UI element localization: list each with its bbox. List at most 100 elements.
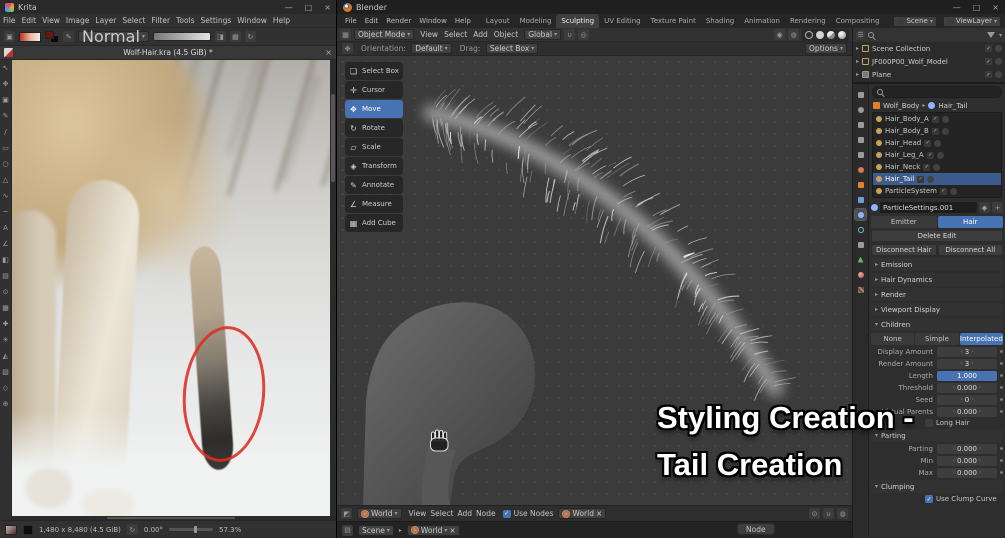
menu-item[interactable]: File: [341, 17, 361, 25]
blend-mode-dropdown[interactable]: Normal ▾: [78, 27, 149, 46]
multibrush-tool[interactable]: ✳: [1, 335, 10, 344]
show-gizmo-icon[interactable]: ◉: [774, 29, 785, 40]
keyframe-dot-icon[interactable]: [1000, 410, 1003, 413]
tool-button[interactable]: ✥ Move: [345, 100, 403, 118]
view-layer-tab[interactable]: [855, 134, 866, 145]
outliner-row[interactable]: ▸ Plane ✓: [853, 68, 1005, 81]
value-slider[interactable]: ‹ 0.000 ›: [937, 455, 997, 466]
tool-button[interactable]: ✎ Annotate: [345, 176, 403, 194]
unlink-icon[interactable]: ×: [596, 509, 602, 518]
physics-tab[interactable]: [855, 224, 866, 235]
menu-item[interactable]: Tools: [173, 16, 197, 25]
expand-icon[interactable]: ▸: [856, 58, 859, 65]
type-option[interactable]: Hair: [937, 216, 1003, 228]
zoom-tool[interactable]: ⊕: [1, 399, 10, 408]
render-toggle-icon[interactable]: [941, 115, 949, 123]
unlink-icon[interactable]: ×: [449, 526, 455, 535]
display-toggle-icon[interactable]: ✓: [926, 151, 934, 159]
menu-item[interactable]: Help: [270, 16, 293, 25]
overlay-icon[interactable]: ◍: [837, 508, 848, 519]
particle-tab[interactable]: [854, 208, 867, 221]
menu-item[interactable]: Window: [415, 17, 451, 25]
fake-user-shield-icon[interactable]: ◆: [979, 202, 990, 213]
particle-system-row[interactable]: Hair_Tail ✓: [873, 173, 1001, 185]
gradient-chip[interactable]: [19, 31, 41, 42]
checkbox-toggle-icon[interactable]: ✓: [985, 45, 992, 52]
freehand-brush-tool[interactable]: ✎: [1, 111, 10, 120]
menu-item[interactable]: Select: [119, 16, 148, 25]
output-tab[interactable]: [855, 119, 866, 130]
move-tool[interactable]: ✥: [1, 79, 10, 88]
menu-item[interactable]: Select: [441, 30, 470, 39]
workspace-tab[interactable]: Compositing: [831, 14, 885, 28]
tool-button[interactable]: ❏ Select Box: [345, 62, 403, 80]
keyframe-dot-icon[interactable]: [1000, 386, 1003, 389]
panel-section-header[interactable]: ▸ Render: [871, 288, 1003, 301]
menu-item[interactable]: Filter: [148, 16, 173, 25]
line-tool[interactable]: /: [1, 127, 10, 136]
tool-button[interactable]: ↻ Rotate: [345, 119, 403, 137]
rotation-icon[interactable]: ↻: [126, 524, 138, 535]
menu-item[interactable]: Render: [382, 17, 415, 25]
render-toggle-icon[interactable]: [949, 187, 957, 195]
menu-item[interactable]: File: [0, 16, 19, 25]
opacity-slider[interactable]: [152, 32, 211, 41]
display-toggle-icon[interactable]: ✓: [931, 127, 939, 135]
menu-item[interactable]: Add: [470, 30, 491, 39]
keyframe-dot-icon[interactable]: [1000, 398, 1003, 401]
tool-button[interactable]: ▦ Add Cube: [345, 214, 403, 232]
krita-canvas[interactable]: [12, 60, 336, 520]
ellipse-tool[interactable]: ○: [1, 159, 10, 168]
world-datablock[interactable]: World ×: [558, 508, 607, 519]
children-mode-option[interactable]: Simple: [915, 333, 959, 345]
menu-item[interactable]: Window: [234, 16, 270, 25]
display-toggle-icon[interactable]: ✓: [923, 163, 931, 171]
viewlayer-selector[interactable]: ViewLayer ▾: [942, 15, 1001, 27]
menu-item[interactable]: View: [417, 30, 441, 39]
data-tab[interactable]: [855, 254, 866, 265]
menu-item[interactable]: Help: [451, 17, 475, 25]
value-slider[interactable]: ‹ 0 ›: [937, 394, 997, 405]
tool-button[interactable]: ◈ Transform: [345, 157, 403, 175]
foreground-background-colors[interactable]: [45, 30, 59, 43]
pattern-tool[interactable]: ▦: [1, 303, 10, 312]
menu-item[interactable]: View: [39, 16, 63, 25]
value-slider[interactable]: ‹ 3 ›: [937, 346, 997, 357]
render-toggle-icon[interactable]: [934, 139, 942, 147]
keyframe-dot-icon[interactable]: [1000, 374, 1003, 377]
texture-tab[interactable]: [855, 284, 866, 295]
tool-button[interactable]: ✛ Cursor: [345, 81, 403, 99]
material-preview-icon[interactable]: [827, 30, 835, 39]
render-toggle-icon[interactable]: [933, 163, 941, 171]
measure-tool[interactable]: ∠: [1, 239, 10, 248]
close-button[interactable]: ×: [992, 3, 999, 12]
reference-tool[interactable]: ▧: [1, 367, 10, 376]
value-slider[interactable]: ‹ 0.000 ›: [937, 382, 997, 393]
tool-button[interactable]: ▱ Scale: [345, 138, 403, 156]
proportional-editing-icon[interactable]: ◎: [578, 29, 590, 40]
use-nodes-checkbox[interactable]: ✓: [502, 509, 511, 518]
value-slider[interactable]: ‹ 3 ›: [937, 358, 997, 369]
new-datablock-icon[interactable]: +: [992, 202, 1003, 213]
menu-item[interactable]: View: [407, 509, 429, 518]
menu-item[interactable]: Node: [474, 509, 498, 518]
render-visibility-icon[interactable]: [995, 45, 1002, 52]
constraint-tab[interactable]: [855, 239, 866, 250]
menu-item[interactable]: Layer: [92, 16, 119, 25]
value-slider[interactable]: ‹ 0.000 ›: [937, 443, 997, 454]
checkbox-toggle-icon[interactable]: ✓: [985, 71, 992, 78]
reload-preset-icon[interactable]: ↻: [244, 31, 256, 42]
brush-preset-chip[interactable]: [5, 524, 17, 535]
expand-icon[interactable]: ▸: [856, 45, 859, 52]
shading-type-dropdown[interactable]: World ▾: [357, 508, 402, 519]
particle-system-row[interactable]: Hair_Body_A ✓: [873, 113, 1001, 125]
workspace-tab[interactable]: Modeling: [515, 14, 557, 28]
render-visibility-icon[interactable]: [995, 58, 1002, 65]
transform-orientation-dropdown[interactable]: Global ▾: [524, 29, 562, 40]
tool-button[interactable]: ∠ Measure: [345, 195, 403, 213]
menu-item[interactable]: Settings: [198, 16, 235, 25]
zoom-slider[interactable]: [168, 526, 213, 533]
world-tab[interactable]: [855, 164, 866, 175]
panel-section-header[interactable]: ▸ Viewport Display: [871, 303, 1003, 316]
render-tab[interactable]: [855, 104, 866, 115]
